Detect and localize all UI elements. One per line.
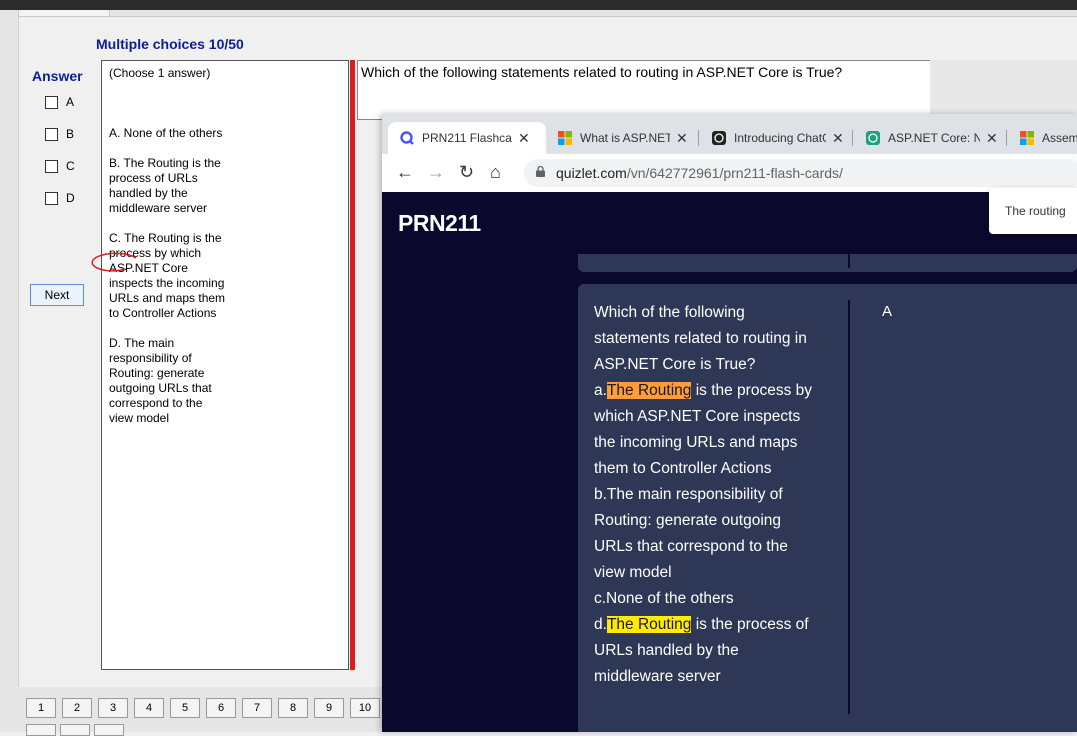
url-path: /vn/642772961/prn211-flash-cards/ — [626, 165, 843, 181]
tab-separator — [852, 130, 853, 146]
tab-quizlet[interactable]: PRN211 Flashcards ✕ — [388, 122, 546, 154]
flashcard-term: Which of the following statements relate… — [594, 300, 818, 690]
close-tab-icon[interactable]: ✕ — [832, 130, 844, 147]
term-intro: Which of the following statements relate… — [594, 304, 807, 373]
page-button[interactable]: 3 — [98, 698, 128, 718]
search-highlight: The Routing — [606, 616, 692, 633]
lock-icon — [536, 166, 545, 177]
page-button[interactable]: 8 — [278, 698, 308, 718]
page-button[interactable]: 2 — [62, 698, 92, 718]
tab-aspnet-core[interactable]: ASP.NET Core: N ✕ — [854, 122, 1006, 154]
term-option-b: b.The main responsibility of Routing: ge… — [594, 486, 788, 581]
page-button[interactable]: 1 — [26, 698, 56, 718]
page-button[interactable]: 6 — [206, 698, 236, 718]
option-label: A — [66, 95, 75, 109]
next-button[interactable]: Next — [30, 284, 84, 306]
question-text: Which of the following statements relate… — [361, 64, 843, 80]
term-prefix: d. — [594, 616, 607, 633]
tab-separator — [1006, 130, 1007, 146]
option-c-checkbox[interactable]: C — [45, 159, 75, 173]
red-pen-annotation — [91, 252, 137, 272]
tab-strip — [18, 10, 1077, 17]
right-gutter — [930, 60, 1077, 118]
choice-d-text: D. The main responsibility of Routing: g… — [109, 336, 212, 425]
tab-separator — [698, 130, 699, 146]
card-divider — [848, 300, 850, 714]
tab-title: ASP.NET Core: N — [888, 131, 980, 145]
choice-c-text: C. The Routing is the process by which A… — [109, 231, 226, 320]
tab-title: Assem — [1042, 131, 1077, 145]
tab-title: What is ASP.NET — [580, 131, 670, 145]
choose-hint: (Choose 1 answer) — [109, 66, 211, 80]
search-highlight-current: The Routing — [606, 382, 692, 399]
tab-introducing-chatgpt[interactable]: Introducing ChatGPT ✕ — [700, 122, 852, 154]
set-title[interactable]: PRN211 — [398, 210, 481, 237]
option-b-checkbox[interactable]: B — [45, 127, 74, 141]
checkbox-box[interactable] — [45, 159, 58, 173]
forward-icon[interactable]: → — [427, 162, 445, 183]
splitter-bar[interactable] — [350, 60, 355, 670]
close-tab-icon[interactable]: ✕ — [676, 130, 688, 147]
tab-title: Introducing ChatGPT — [734, 131, 826, 145]
page-button-row2[interactable] — [94, 724, 124, 736]
checkbox-box[interactable] — [45, 127, 58, 141]
home-icon[interactable]: ⌂ — [490, 162, 501, 183]
card-divider — [848, 254, 850, 268]
close-tab-icon[interactable]: ✕ — [518, 130, 530, 147]
browser-window: PRN211 Flashcards ✕ What is ASP.NET ✕ In… — [382, 114, 1077, 732]
close-tab-icon[interactable]: ✕ — [986, 130, 998, 147]
find-popup[interactable]: The routing — [989, 188, 1077, 234]
option-label: C — [66, 159, 75, 173]
microsoft-icon — [1020, 131, 1034, 145]
url-text[interactable]: quizlet.com/vn/642772961/prn211-flash-ca… — [556, 165, 843, 181]
term-option-d: d.The Routing is the process of URLs han… — [594, 612, 818, 690]
page-button[interactable]: 5 — [170, 698, 200, 718]
tab-title: PRN211 Flashcards — [422, 131, 512, 145]
term-prefix: a. — [594, 382, 607, 399]
page-number-row: 1 2 3 4 5 6 7 8 9 10 1 — [26, 698, 422, 718]
find-popup-text: The routing — [1005, 204, 1066, 218]
tab-assembly[interactable]: Assem — [1008, 122, 1077, 154]
flashcard-definition: A — [882, 303, 893, 320]
answer-label: Answer — [32, 68, 83, 84]
reload-icon[interactable]: ↻ — [459, 162, 474, 183]
top-window-bar — [0, 0, 1077, 10]
page-button[interactable]: 4 — [134, 698, 164, 718]
term-option-a: a.The Routing is the process by which AS… — [594, 378, 818, 482]
question-counter-title: Multiple choices 10/50 — [96, 36, 244, 52]
tab-strip-active-tab[interactable] — [18, 10, 110, 17]
openai-icon — [866, 131, 880, 145]
term-option-c: c.None of the others — [594, 590, 734, 607]
page-button[interactable]: 9 — [314, 698, 344, 718]
checkbox-box[interactable] — [45, 95, 58, 109]
back-icon[interactable]: ← — [396, 162, 414, 183]
page-button[interactable]: 7 — [242, 698, 272, 718]
checkbox-box[interactable] — [45, 191, 58, 205]
page-button-row2[interactable] — [26, 724, 56, 736]
previous-flashcard — [578, 254, 1077, 272]
choice-a-text: A. None of the others — [109, 126, 223, 140]
page-button-row2[interactable] — [60, 724, 90, 736]
page-button[interactable]: 10 — [350, 698, 380, 718]
option-label: D — [66, 191, 75, 205]
tab-what-is-aspnet[interactable]: What is ASP.NET ✕ — [546, 122, 692, 154]
option-label: B — [66, 127, 75, 141]
option-d-checkbox[interactable]: D — [45, 191, 75, 205]
choice-b-text: B. The Routing is the process of URLs ha… — [109, 156, 221, 215]
openai-icon — [712, 131, 726, 145]
option-a-checkbox[interactable]: A — [45, 95, 74, 109]
url-host: quizlet.com — [556, 165, 627, 181]
microsoft-icon — [558, 131, 572, 145]
quizlet-icon — [400, 131, 414, 145]
